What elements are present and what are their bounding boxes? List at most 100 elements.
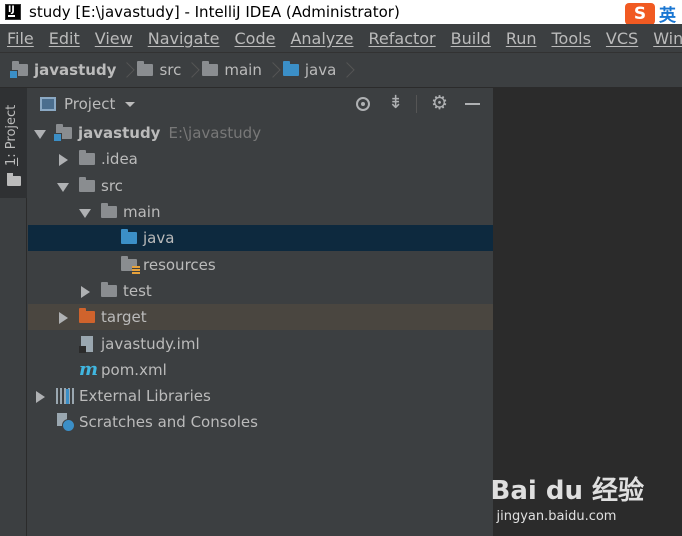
folder-icon xyxy=(101,281,117,297)
editor-area[interactable] xyxy=(493,88,682,536)
tree-node-main[interactable]: main xyxy=(28,199,493,225)
intellij-logo-icon xyxy=(5,4,21,20)
tree-node-pom[interactable]: m pom.xml xyxy=(28,357,493,383)
project-view-selector[interactable]: Project xyxy=(64,95,115,113)
locate-file-icon[interactable] xyxy=(353,94,373,114)
gear-icon[interactable] xyxy=(430,92,450,114)
ime-indicator[interactable]: S 英 xyxy=(625,1,676,26)
menu-run[interactable]: Run xyxy=(506,29,537,48)
ime-language-label[interactable]: 英 xyxy=(659,1,676,26)
breadcrumb-item-javastudy[interactable]: javastudy xyxy=(9,61,117,79)
tree-node-scratches[interactable]: Scratches and Consoles xyxy=(28,409,493,435)
breadcrumb-item-main[interactable]: main xyxy=(202,61,262,79)
tree-node-target[interactable]: target xyxy=(28,304,493,331)
expand-arrow-icon[interactable] xyxy=(56,152,70,167)
project-tool-tab-label: 1: Project xyxy=(4,105,19,166)
tree-node-test[interactable]: test xyxy=(28,278,493,304)
window-title: study [E:\javastudy] - IntelliJ IDEA (Ad… xyxy=(29,3,400,21)
project-tree: javastudy E:\javastudy .idea src main ja… xyxy=(28,120,493,436)
excluded-folder-icon xyxy=(79,308,95,324)
menu-window[interactable]: Window xyxy=(653,29,682,48)
expand-arrow-icon[interactable] xyxy=(33,126,47,140)
expand-arrow-icon[interactable] xyxy=(78,205,92,219)
folder-icon xyxy=(101,203,117,219)
folder-icon xyxy=(7,173,21,186)
expand-arrow-icon[interactable] xyxy=(56,179,70,193)
toolbar-divider xyxy=(416,95,417,113)
project-tool-tab-text: : Project xyxy=(4,104,19,158)
menu-file[interactable]: File xyxy=(7,29,34,48)
project-window-icon xyxy=(40,97,56,111)
breadcrumb-separator-icon xyxy=(266,59,276,81)
expand-arrow-icon[interactable] xyxy=(33,389,47,404)
expand-arrow-icon[interactable] xyxy=(78,284,92,298)
tree-node-external-libraries[interactable]: External Libraries xyxy=(28,383,493,409)
scratch-icon xyxy=(56,413,75,433)
menu-bar: File Edit View Navigate Code Analyze Ref… xyxy=(0,24,682,52)
tree-node-label: src xyxy=(101,176,123,195)
collapse-all-icon[interactable] xyxy=(386,92,406,114)
library-icon xyxy=(56,388,74,405)
tree-node-label: java xyxy=(143,229,175,248)
menu-analyze[interactable]: Analyze xyxy=(290,29,353,48)
sogou-ime-icon[interactable]: S xyxy=(625,2,655,25)
menu-edit[interactable]: Edit xyxy=(49,29,80,48)
tree-node-iml[interactable]: javastudy.iml xyxy=(28,330,493,356)
menu-build[interactable]: Build xyxy=(451,29,491,48)
breadcrumb-separator-icon xyxy=(340,59,350,81)
menu-vcs[interactable]: VCS xyxy=(606,29,638,48)
breadcrumb-label: javastudy xyxy=(34,61,117,79)
breadcrumb-label: src xyxy=(159,61,182,79)
menu-tools[interactable]: Tools xyxy=(552,29,591,48)
baidu-logo: Bai du 经验 xyxy=(490,476,645,506)
breadcrumb-item-java[interactable]: java xyxy=(282,61,337,79)
folder-icon xyxy=(202,61,219,76)
folder-icon xyxy=(79,150,95,166)
breadcrumb-separator-icon xyxy=(120,59,130,81)
source-folder-icon xyxy=(121,229,137,245)
expand-arrow-icon[interactable] xyxy=(56,310,70,325)
tree-node-label: main xyxy=(123,203,161,222)
folder-icon xyxy=(137,61,154,76)
tree-node-src[interactable]: src xyxy=(28,173,493,199)
breadcrumb-label: main xyxy=(224,61,262,79)
tree-node-idea[interactable]: .idea xyxy=(28,146,493,172)
tree-node-path: E:\javastudy xyxy=(168,124,262,143)
tree-node-label: Scratches and Consoles xyxy=(79,413,258,432)
chevron-down-icon[interactable] xyxy=(125,101,136,107)
resources-folder-icon xyxy=(121,255,140,274)
title-bar: study [E:\javastudy] - IntelliJ IDEA (Ad… xyxy=(0,0,682,26)
breadcrumb-label: java xyxy=(304,61,337,79)
project-tool-tab[interactable]: 1: Project xyxy=(0,88,27,198)
tree-node-label: target xyxy=(101,308,147,327)
watermark-url: jingyan.baidu.com xyxy=(496,509,617,524)
tree-node-label: resources xyxy=(143,255,216,274)
menu-code[interactable]: Code xyxy=(235,29,276,48)
tree-node-java[interactable]: java xyxy=(28,225,493,252)
breadcrumb-item-src[interactable]: src xyxy=(137,61,181,79)
tree-node-label: External Libraries xyxy=(79,387,211,406)
source-folder-icon xyxy=(282,61,299,76)
breadcrumb: javastudy src main java xyxy=(0,52,682,88)
module-folder-icon xyxy=(53,124,72,143)
menu-refactor[interactable]: Refactor xyxy=(369,29,436,48)
folder-icon xyxy=(79,176,95,192)
iml-file-icon xyxy=(79,335,93,353)
menu-navigate[interactable]: Navigate xyxy=(148,29,220,48)
panel-toolbar xyxy=(340,92,483,114)
baidu-watermark: Bai du 经验 jingyan.baidu.com xyxy=(491,470,645,524)
breadcrumb-separator-icon xyxy=(185,59,195,81)
project-panel-header: Project xyxy=(28,88,493,120)
tree-node-javastudy[interactable]: javastudy E:\javastudy xyxy=(28,120,493,146)
tree-node-label: test xyxy=(123,281,152,300)
tree-node-label: javastudy xyxy=(78,124,161,143)
project-tool-tab-number: 1 xyxy=(4,157,19,166)
menu-view[interactable]: View xyxy=(95,29,133,48)
module-folder-icon xyxy=(9,61,28,79)
tree-node-resources[interactable]: resources xyxy=(28,251,493,277)
tree-node-label: .idea xyxy=(101,150,138,169)
project-panel: Project javastudy E:\javastudy .idea xyxy=(28,88,493,536)
minimize-icon[interactable] xyxy=(463,94,483,114)
left-tool-strip: 1: Project xyxy=(0,88,27,536)
tree-node-label: javastudy.iml xyxy=(101,334,200,353)
